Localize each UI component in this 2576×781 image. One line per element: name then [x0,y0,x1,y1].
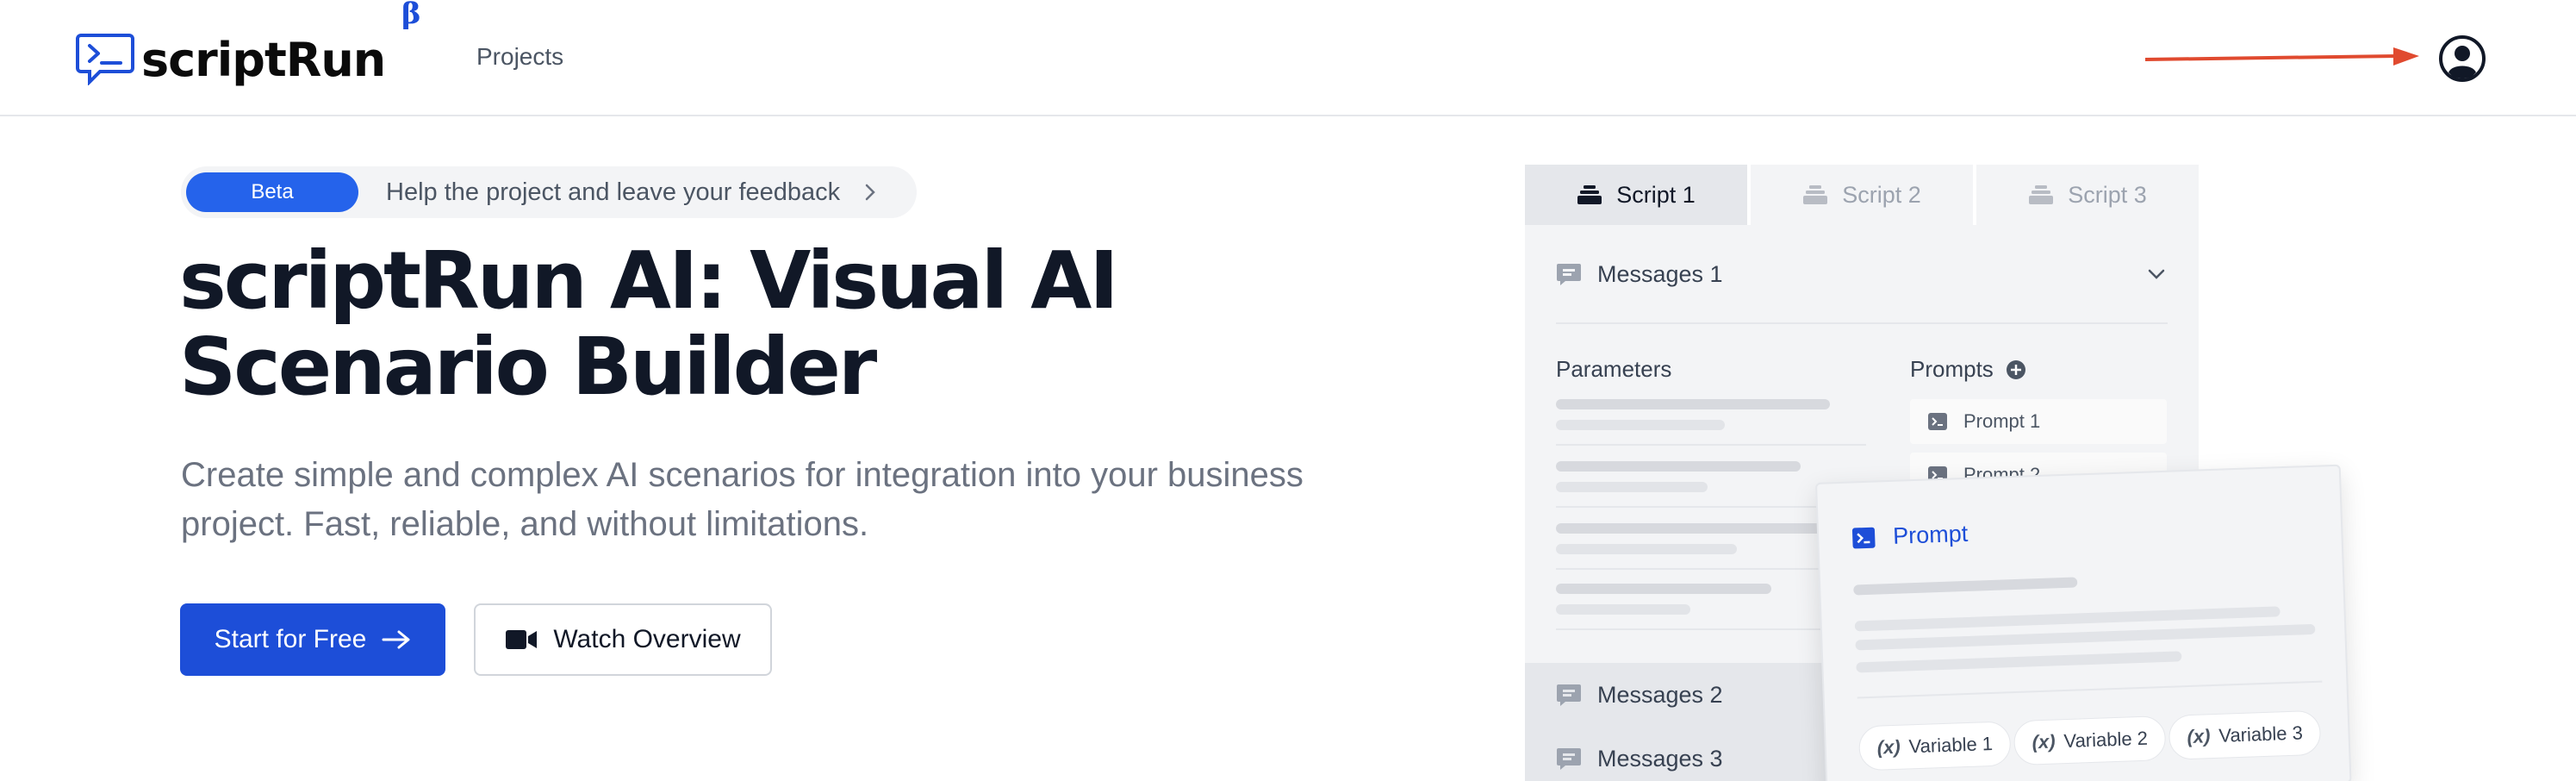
skeleton-line [1556,482,1708,492]
title-line-2: Scenario Builder [179,321,877,413]
variable-chip: (x) Variable 3 [2168,709,2322,760]
video-camera-icon [506,630,538,649]
skeleton-line [1556,544,1737,554]
messages-1-row: Messages 1 [1525,242,2199,306]
skeleton-line [1556,584,1771,594]
variable-x-icon: (x) [2032,730,2056,753]
start-for-free-button[interactable]: Start for Free [180,603,445,676]
watch-overview-button[interactable]: Watch Overview [474,603,772,676]
messages-label: Messages 2 [1597,681,1723,708]
hero-subtitle: Create simple and complex AI scenarios f… [181,451,1387,549]
subtitle-line-2: project. Fast, reliable, and without lim… [181,505,869,543]
chat-bubble-icon [1557,748,1581,770]
beta-badge: Beta [186,172,358,212]
skeleton-line [1556,523,1830,534]
nav-projects-link[interactable]: Projects [476,43,563,71]
tab-label: Script 2 [1842,181,1921,208]
variable-chip: (x) Variable 2 [2013,715,2167,766]
user-circle-icon[interactable] [2438,34,2486,83]
skeleton-line [1556,461,1801,472]
prompt-card-title: Prompt [1851,521,1969,552]
tab-label: Script 1 [1616,181,1696,208]
logo-beta-mark: β [401,0,421,31]
divider [1556,322,2168,324]
variable-label: Variable 2 [2063,727,2149,753]
parameters-heading: Parameters [1556,356,1672,382]
chat-bubble-icon [1557,684,1581,706]
variable-chip: (x) Variable 1 [1857,721,2012,772]
top-header: scriptRun β Projects [0,0,2576,116]
tab-label: Script 3 [2068,181,2147,208]
arrow-right-icon [382,630,410,649]
watch-button-label: Watch Overview [553,625,741,653]
tab-script-1: Script 1 [1525,165,1747,225]
prompt-card: Prompt (x) Variable 1 (x) Variable 2 (x)… [1815,464,2352,781]
chevron-down-icon [2148,269,2165,279]
messages-label: Messages 3 [1597,745,1723,772]
prompt-label: Prompt 1 [1963,410,2041,432]
tab-script-2: Script 2 [1751,165,1973,225]
terminal-chat-logo-icon [76,34,134,85]
prompts-heading: Prompts [1910,356,2026,383]
variable-label: Variable 3 [2218,722,2304,747]
chat-bubble-icon [1557,264,1581,285]
skeleton-line [1556,399,1830,409]
annotation-arrow-icon [2145,47,2419,66]
feedback-banner[interactable]: Beta Help the project and leave your fee… [181,166,917,218]
logo-text: scriptRun [141,32,386,87]
logo[interactable]: scriptRun [76,24,386,93]
feedback-text: Help the project and leave your feedback [386,178,841,206]
tab-script-3: Script 3 [1976,165,2199,225]
chevron-right-icon [865,184,875,201]
skeleton-line [1856,651,2182,673]
stack-icon [1577,185,1602,204]
plus-circle-icon [2006,359,2025,379]
skeleton-line [1556,420,1725,430]
stack-icon [1803,185,1828,204]
variable-x-icon: (x) [1876,735,1901,759]
divider [1857,680,2323,699]
start-button-label: Start for Free [214,625,367,653]
prompt-card-label: Prompt [1892,520,1969,549]
variable-x-icon: (x) [2187,725,2211,748]
messages-label: Messages 1 [1597,260,1723,287]
prompts-label: Prompts [1910,356,1994,382]
divider [1556,444,1866,446]
skeleton-line [1853,577,2078,596]
terminal-icon [1851,527,1876,548]
terminal-icon [1928,413,1947,430]
script-tabs: Script 1 Script 2 Script 3 [1525,165,2199,225]
prompt-list-item: Prompt 1 [1910,399,2167,444]
subtitle-line-1: Create simple and complex AI scenarios f… [181,456,1304,494]
title-line-1: scriptRun AI: Visual AI [179,234,1119,327]
page-title: scriptRun AI: Visual AI Scenario Builder [179,238,1299,410]
variable-label: Variable 1 [1908,733,1994,758]
skeleton-line [1556,604,1690,615]
stack-icon [2029,185,2054,204]
